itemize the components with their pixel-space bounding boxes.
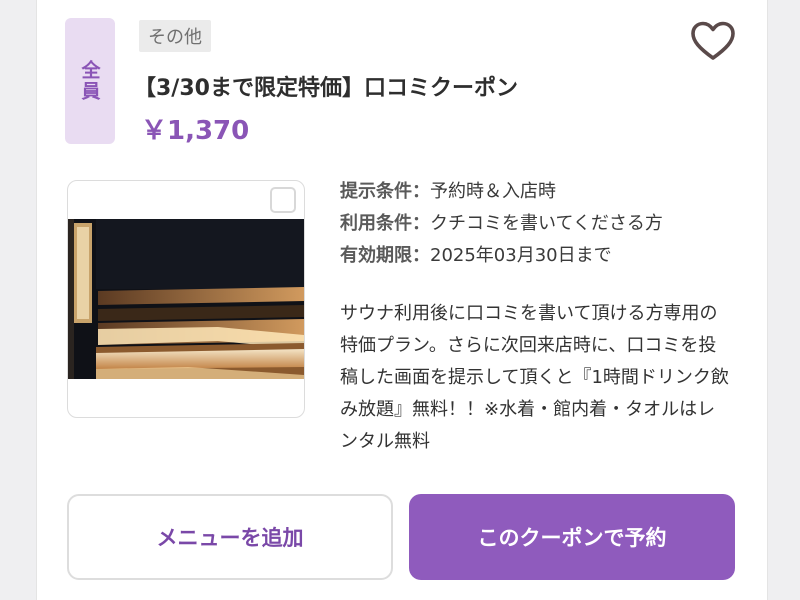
reserve-with-coupon-button[interactable]: このクーポンで予約 xyxy=(409,494,735,580)
heart-outline-icon xyxy=(691,21,735,60)
coupon-card: 全員 その他 【3/30まで限定特価】口コミクーポン ￥1,370 提示条件：予… xyxy=(36,0,768,600)
add-menu-button[interactable]: メニューを追加 xyxy=(67,494,393,580)
category-tag: その他 xyxy=(139,20,211,52)
condition-row: 利用条件：クチコミを書いてくださる方 xyxy=(340,208,663,240)
condition-label: 利用条件： xyxy=(340,213,430,234)
condition-row: 提示条件：予約時＆入店時 xyxy=(340,176,663,208)
target-badge: 全員 xyxy=(65,18,115,144)
coupon-price: ￥1,370 xyxy=(141,116,250,146)
favorite-button[interactable] xyxy=(689,18,737,66)
coupon-conditions: 提示条件：予約時＆入店時 利用条件：クチコミを書いてくださる方 有効期限：202… xyxy=(340,176,663,272)
coupon-title: 【3/30まで限定特価】口コミクーポン xyxy=(134,76,518,101)
checkbox-icon[interactable] xyxy=(270,187,296,213)
target-label: 全員 xyxy=(78,60,101,102)
condition-value: 予約時＆入店時 xyxy=(430,181,556,202)
condition-label: 提示条件： xyxy=(340,181,430,202)
condition-value: 2025年03月30日まで xyxy=(430,245,612,266)
condition-value: クチコミを書いてくださる方 xyxy=(430,213,663,234)
coupon-photo-frame xyxy=(67,180,305,418)
condition-row: 有効期限：2025年03月30日まで xyxy=(340,240,663,272)
condition-label: 有効期限： xyxy=(340,245,430,266)
sauna-photo xyxy=(68,219,304,379)
coupon-description: サウナ利用後に口コミを書いて頂ける方専用の特価プラン。さらに次回来店時に、口コミ… xyxy=(340,303,729,452)
